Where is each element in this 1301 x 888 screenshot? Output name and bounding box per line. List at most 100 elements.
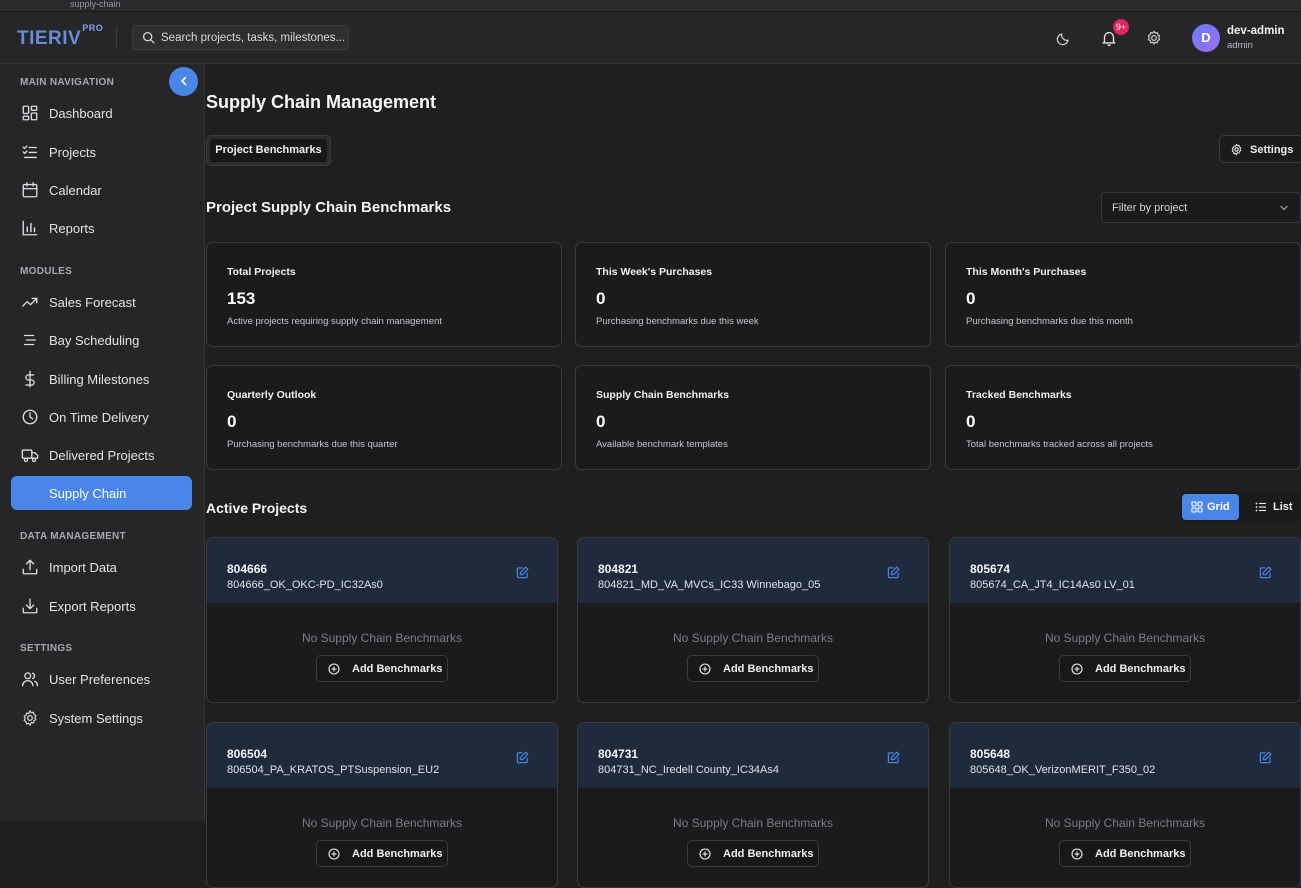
add-benchmarks-button[interactable]: Add Benchmarks <box>316 840 448 867</box>
stat-title: Quarterly Outlook <box>227 389 317 401</box>
add-benchmarks-button[interactable]: Add Benchmarks <box>1059 840 1191 867</box>
plus-circle-icon <box>328 848 340 860</box>
user-role: admin <box>1227 40 1253 51</box>
list-view-button[interactable]: List <box>1246 494 1299 520</box>
sidebar-item-import-data[interactable]: Import Data <box>11 550 192 584</box>
plus-circle-icon <box>1071 848 1083 860</box>
project-card[interactable]: 805648 805648_OK_VerizonMERIT_F350_02 No… <box>949 722 1301 888</box>
sidebar-item-label: Sales Forecast <box>49 295 136 310</box>
avatar[interactable]: D <box>1192 24 1220 52</box>
sidebar-item-system-settings[interactable]: System Settings <box>11 701 192 735</box>
filter-by-project-select[interactable]: Filter by project <box>1101 192 1301 223</box>
project-name: 806504_PA_KRATOS_PTSuspension_EU2 <box>227 764 440 776</box>
empty-benchmarks-text: No Supply Chain Benchmarks <box>1044 816 1206 830</box>
settings-button[interactable]: Settings <box>1219 135 1301 163</box>
sidebar-item-user-preferences[interactable]: User Preferences <box>11 662 192 696</box>
sidebar-section-main-navigation: MAIN NAVIGATION <box>20 77 115 88</box>
user-name[interactable]: dev-admin <box>1227 25 1285 37</box>
empty-benchmarks-text: No Supply Chain Benchmarks <box>672 631 834 645</box>
chevron-down-icon <box>1280 205 1288 211</box>
bar-chart-icon <box>22 220 38 236</box>
sidebar-item-delivered-projects[interactable]: Delivered Projects <box>11 438 192 472</box>
project-name: 804666_OK_OKC-PD_IC32As0 <box>227 579 383 591</box>
add-benchmarks-label: Add Benchmarks <box>352 663 443 675</box>
stat-card-total-projects: Total Projects 153 Active projects requi… <box>206 242 562 347</box>
sidebar-item-calendar[interactable]: Calendar <box>11 173 192 207</box>
list-icon <box>1255 502 1266 512</box>
project-name: 805674_CA_JT4_IC14As0 LV_01 <box>970 579 1135 591</box>
add-benchmarks-label: Add Benchmarks <box>352 848 443 860</box>
sidebar-item-sales-forecast[interactable]: Sales Forecast <box>11 285 192 319</box>
search-icon <box>142 31 155 44</box>
theme-toggle-moon-icon[interactable] <box>1055 29 1073 47</box>
empty-benchmarks-text: No Supply Chain Benchmarks <box>1044 631 1206 645</box>
project-id: 805648 <box>970 747 1011 761</box>
stat-title: This Week's Purchases <box>596 266 713 278</box>
search-placeholder: Search projects, tasks, milestones... <box>161 32 346 44</box>
project-id: 804666 <box>227 562 268 576</box>
sidebar-item-bay-scheduling[interactable]: Bay Scheduling <box>11 323 192 357</box>
grid-view-button[interactable]: Grid <box>1182 494 1239 520</box>
plus-circle-icon <box>1071 663 1083 675</box>
sidebar-item-label: On Time Delivery <box>49 410 149 425</box>
app-logo[interactable]: TIERIVPRO <box>17 23 103 50</box>
filter-placeholder: Filter by project <box>1112 202 1188 214</box>
sidebar-item-projects[interactable]: Projects <box>11 135 192 169</box>
dollar-icon <box>25 370 35 388</box>
project-card[interactable]: 806504 806504_PA_KRATOS_PTSuspension_EU2… <box>206 722 558 888</box>
edit-icon[interactable] <box>1259 751 1272 764</box>
stat-value: 0 <box>227 412 237 431</box>
stat-value: 0 <box>966 412 976 431</box>
add-benchmarks-button[interactable]: Add Benchmarks <box>687 655 819 682</box>
project-card[interactable]: 805674 805674_CA_JT4_IC14As0 LV_01 No Su… <box>949 537 1301 703</box>
plus-circle-icon <box>699 848 711 860</box>
plus-circle-icon <box>328 663 340 675</box>
stat-description: Available benchmark templates <box>596 439 728 450</box>
stat-card-quarterly-outlook: Quarterly Outlook 0 Purchasing benchmark… <box>206 365 562 470</box>
add-benchmarks-button[interactable]: Add Benchmarks <box>1059 655 1191 682</box>
search-input[interactable]: Search projects, tasks, milestones... <box>132 25 349 50</box>
add-benchmarks-label: Add Benchmarks <box>1095 663 1186 675</box>
truck-icon <box>21 449 39 463</box>
add-benchmarks-button[interactable]: Add Benchmarks <box>687 840 819 867</box>
project-card[interactable]: 804666 804666_OK_OKC-PD_IC32As0 No Suppl… <box>206 537 558 703</box>
stat-title: This Month's Purchases <box>966 266 1087 278</box>
add-benchmarks-button[interactable]: Add Benchmarks <box>316 655 448 682</box>
project-card[interactable]: 804821 804821_MD_VA_MVCs_IC33 Winnebago_… <box>577 537 929 703</box>
project-card[interactable]: 804731 804731_NC_Iredell County_IC34As4 … <box>577 722 929 888</box>
sidebar-item-label: Reports <box>49 221 95 236</box>
stat-description: Purchasing benchmarks due this quarter <box>227 439 398 450</box>
trending-up-icon <box>22 297 38 307</box>
sidebar-item-billing-milestones[interactable]: Billing Milestones <box>11 362 192 396</box>
grid-icon <box>1191 501 1203 513</box>
sidebar-section-data-management: DATA MANAGEMENT <box>20 531 126 542</box>
gear-icon[interactable] <box>1145 29 1163 47</box>
edit-icon[interactable] <box>887 566 900 579</box>
sidebar-item-dashboard[interactable]: Dashboard <box>11 96 192 130</box>
stat-value: 0 <box>596 412 606 431</box>
project-name: 804821_MD_VA_MVCs_IC33 Winnebago_05 <box>598 579 821 591</box>
edit-icon[interactable] <box>516 566 529 579</box>
sidebar-collapse-button[interactable] <box>169 67 198 96</box>
stat-value: 153 <box>227 289 256 308</box>
plus-circle-icon <box>699 663 711 675</box>
sidebar-item-on-time-delivery[interactable]: On Time Delivery <box>11 400 192 434</box>
sidebar-item-reports[interactable]: Reports <box>11 211 192 245</box>
edit-icon[interactable] <box>516 751 529 764</box>
edit-icon[interactable] <box>887 751 900 764</box>
tab-project-benchmarks[interactable]: Project Benchmarks <box>206 135 331 166</box>
add-benchmarks-label: Add Benchmarks <box>723 848 814 860</box>
edit-icon[interactable] <box>1259 566 1272 579</box>
sidebar-item-label: Billing Milestones <box>49 372 150 387</box>
stat-value: 0 <box>596 289 606 308</box>
sidebar-section-modules: MODULES <box>20 266 73 277</box>
stat-title: Tracked Benchmarks <box>966 389 1072 401</box>
stat-title: Supply Chain Benchmarks <box>596 389 730 401</box>
calendar-icon <box>22 182 38 198</box>
sidebar-item-supply-chain[interactable]: Supply Chain <box>11 476 192 510</box>
sidebar-item-export-reports[interactable]: Export Reports <box>11 589 192 623</box>
project-id: 804731 <box>598 747 639 761</box>
list-view-label: List <box>1273 501 1293 513</box>
browser-url-strip: supply-chain <box>0 0 1301 12</box>
project-name: 805648_OK_VerizonMERIT_F350_02 <box>970 764 1156 776</box>
